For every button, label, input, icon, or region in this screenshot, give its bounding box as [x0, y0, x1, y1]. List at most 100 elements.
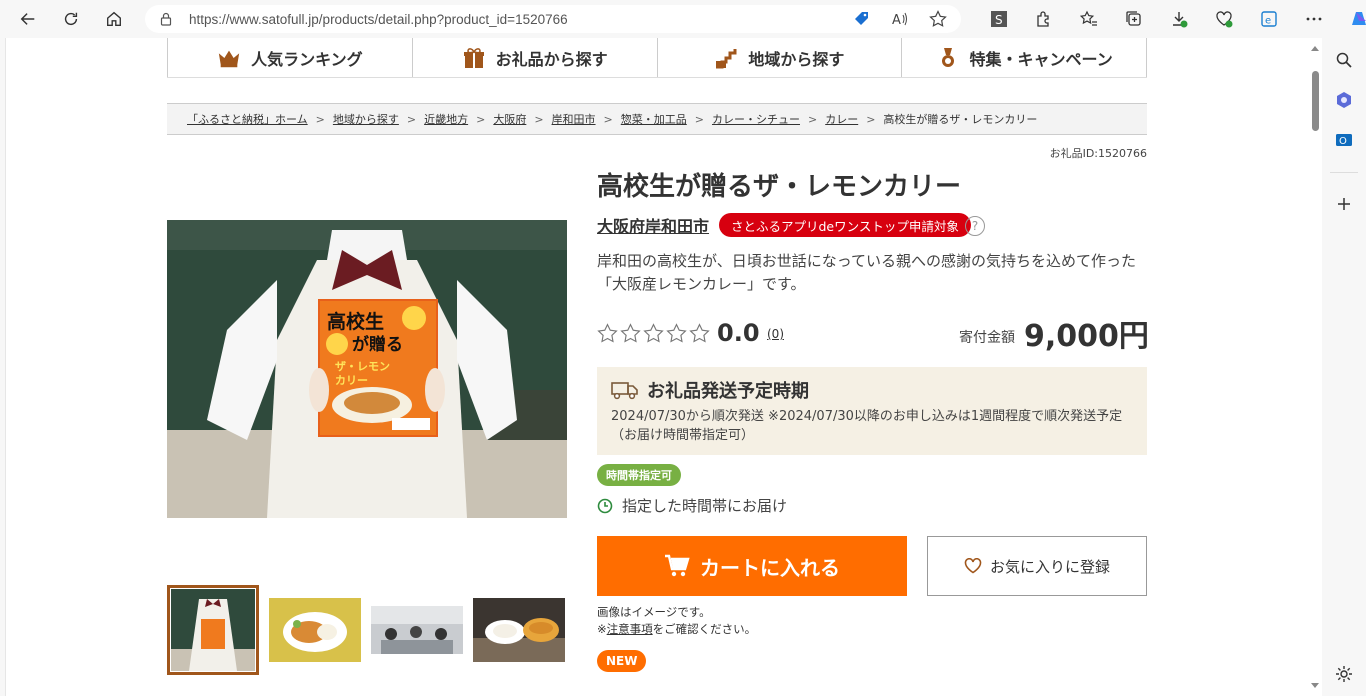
breadcrumb-home[interactable]: 「ふるさと納税」ホーム	[187, 111, 308, 127]
breadcrumb-curry-stew[interactable]: カレー・シチュー	[712, 111, 800, 127]
breadcrumb-curry[interactable]: カレー	[825, 111, 858, 127]
downloads-icon[interactable]	[1156, 4, 1201, 34]
breadcrumb-processed-food[interactable]: 惣菜・加工品	[621, 111, 687, 127]
thumbnail-1[interactable]	[167, 585, 259, 675]
extensions-puzzle-icon[interactable]	[1021, 4, 1066, 34]
global-nav: 人気ランキング お礼品から探す 地域から探す 特集・キャンペーン	[167, 38, 1147, 78]
edge-sidebar: O	[1322, 38, 1366, 696]
delivery-info: 指定した時間帯にお届け	[597, 495, 787, 516]
thumb-curry-served-image	[473, 598, 565, 662]
svg-text:カリー: カリー	[335, 374, 368, 387]
collections-icon[interactable]	[1111, 4, 1156, 34]
home-icon	[107, 11, 121, 26]
home-button[interactable]	[95, 3, 133, 35]
heart-icon	[964, 558, 982, 574]
thumb-classroom-image	[371, 606, 463, 654]
truck-icon	[611, 382, 638, 400]
thumb-curry-plate-image	[269, 598, 361, 662]
clock-icon	[597, 498, 613, 513]
star-empty-icon	[597, 323, 618, 343]
thumbnail-4[interactable]	[473, 585, 565, 675]
region-map-icon	[716, 48, 737, 68]
star-empty-icon	[620, 323, 641, 343]
refresh-icon	[64, 12, 78, 26]
star-empty-icon	[689, 323, 710, 343]
rating-stars	[597, 323, 710, 344]
svg-text:ザ・レモン: ザ・レモン	[335, 360, 390, 373]
help-icon[interactable]: ?	[965, 216, 985, 236]
gnav-ranking[interactable]: 人気ランキング	[167, 38, 412, 77]
read-aloud-icon[interactable]: A	[891, 10, 909, 28]
svg-text:S: S	[995, 13, 1003, 27]
add-to-cart-button[interactable]: カートに入れる	[597, 536, 907, 596]
gift-icon	[463, 47, 484, 68]
main-product-image[interactable]: 高校生 が贈る ザ・レモン カリー	[167, 220, 567, 518]
sidebar-search-icon[interactable]	[1334, 50, 1354, 70]
thumbnail-strip	[167, 585, 565, 675]
svg-text:A: A	[892, 13, 901, 28]
svg-text:高校生: 高校生	[327, 310, 384, 333]
shipping-box: お礼品発送予定時期 2024/07/30から順次発送 ※2024/07/30以降…	[597, 367, 1147, 455]
extension-s-icon[interactable]: S	[976, 4, 1021, 34]
medal-icon	[941, 47, 954, 67]
app-onestop-badge: さとふるアプリdeワンストップ申請対象	[719, 213, 971, 237]
favorite-star-icon[interactable]	[929, 10, 947, 28]
price-value: 9,000円	[1024, 319, 1149, 354]
breadcrumb-osaka[interactable]: 大阪府	[493, 111, 526, 127]
copilot-icon[interactable]	[1336, 4, 1366, 34]
sidebar-copilot-icon[interactable]	[1334, 90, 1354, 110]
edge-e-icon[interactable]: e	[1246, 4, 1291, 34]
price-label: 寄付金額	[959, 330, 1015, 346]
lock-icon	[160, 12, 172, 26]
more-menu-icon[interactable]	[1291, 4, 1336, 34]
cart-icon	[665, 554, 690, 577]
sidebar-divider	[1330, 172, 1358, 173]
favorites-icon[interactable]	[1066, 4, 1111, 34]
svg-text:e: e	[1265, 16, 1271, 27]
shipping-text: 2024/07/30から順次発送 ※2024/07/30以降のお申し込みは1週間…	[611, 409, 1123, 443]
new-badge: NEW	[597, 650, 647, 672]
rating-value: 0.0	[717, 319, 760, 347]
caution-link[interactable]: 注意事項	[607, 622, 653, 636]
product-id: お礼品ID:1520766	[1049, 147, 1147, 160]
star-empty-icon	[643, 323, 664, 343]
svg-text:O: O	[1339, 136, 1347, 147]
back-button[interactable]	[9, 3, 47, 35]
breadcrumb-region[interactable]: 地域から探す	[333, 111, 399, 127]
add-to-favorites-button[interactable]: お気に入りに登録	[927, 536, 1147, 596]
thumbnail-3[interactable]	[371, 585, 463, 675]
sidebar-outlook-icon[interactable]: O	[1334, 130, 1354, 150]
health-heart-icon[interactable]	[1201, 4, 1246, 34]
city-link[interactable]: 大阪府岸和田市	[597, 213, 709, 237]
address-bar[interactable]: https://www.satofull.jp/products/detail.…	[145, 5, 961, 33]
refresh-button[interactable]	[52, 3, 90, 35]
cart-label: カートに入れる	[700, 555, 840, 580]
shipping-title: お礼品発送予定時期	[647, 381, 809, 402]
review-count-link[interactable]: (0)	[767, 327, 784, 341]
thumb-student-image	[171, 589, 255, 671]
svg-text:が贈る: が贈る	[352, 334, 403, 355]
scroll-down-arrow[interactable]	[1311, 683, 1319, 688]
image-note: 画像はイメージです。 ※注意事項をご確認ください。	[597, 605, 757, 636]
breadcrumb: 「ふるさと納税」ホーム > 地域から探す > 近畿地方 > 大阪府 > 岸和田市 > 惣菜…	[167, 103, 1147, 135]
back-arrow-icon	[20, 13, 35, 25]
product-title: 高校生が贈るザ・レモンカリー	[597, 172, 962, 202]
favorites-label: お気に入りに登録	[989, 557, 1110, 576]
breadcrumb-kinki[interactable]: 近畿地方	[424, 111, 468, 127]
breadcrumb-kishiwada[interactable]: 岸和田市	[552, 111, 596, 127]
delivery-text: 指定した時間帯にお届け	[622, 497, 788, 515]
tag-icon[interactable]	[853, 10, 871, 28]
page-scrollbar[interactable]	[1309, 38, 1322, 696]
crown-icon	[218, 50, 240, 67]
scroll-up-arrow[interactable]	[1311, 46, 1319, 51]
student-holding-curry-image: 高校生 が贈る ザ・レモン カリー	[167, 220, 567, 518]
gnav-gifts[interactable]: お礼品から探す	[411, 38, 657, 77]
sidebar-settings-icon[interactable]	[1334, 664, 1354, 684]
sidebar-add-icon[interactable]	[1334, 194, 1354, 214]
gnav-region[interactable]: 地域から探す	[656, 38, 902, 77]
url-text: https://www.satofull.jp/products/detail.…	[189, 11, 568, 27]
breadcrumb-current: 高校生が贈るザ・レモンカリー	[883, 113, 1038, 126]
scroll-thumb[interactable]	[1312, 71, 1319, 131]
gnav-campaign[interactable]: 特集・キャンペーン	[901, 38, 1147, 77]
thumbnail-2[interactable]	[269, 585, 361, 675]
